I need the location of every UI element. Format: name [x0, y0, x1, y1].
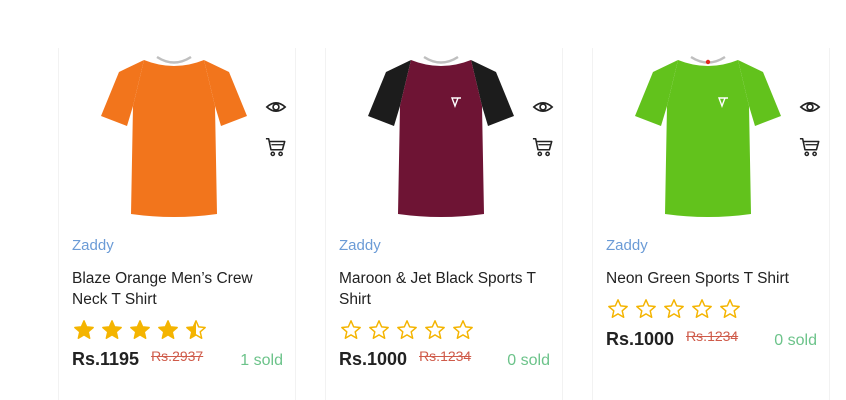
product-card[interactable]: Zaddy Neon Green Sports T Shirt Rs.1000 … [592, 48, 830, 400]
star-icon-empty [636, 299, 656, 318]
product-brand: Zaddy [339, 237, 381, 254]
star-icon-empty [425, 320, 445, 339]
star-icon-empty [720, 299, 740, 318]
product-title[interactable]: Neon Green Sports T Shirt [606, 268, 811, 289]
star-icon-half [186, 320, 206, 339]
product-old-price: Rs.1234 [419, 348, 472, 364]
star-icon-empty [369, 320, 389, 339]
price-row: Rs.1195 Rs.2937 1 sold [72, 348, 283, 370]
product-title[interactable]: Blaze Orange Men’s Crew Neck T Shirt [72, 268, 277, 310]
sold-count: 0 sold [774, 332, 817, 349]
product-price: Rs.1000 [339, 349, 408, 369]
star-icon-full [102, 320, 122, 339]
product-title[interactable]: Maroon & Jet Black Sports T Shirt [339, 268, 544, 310]
cart-icon[interactable] [265, 136, 287, 158]
star-icon-empty [664, 299, 684, 318]
product-image[interactable] [633, 54, 783, 224]
product-image[interactable] [99, 54, 249, 224]
star-icon-empty [608, 299, 628, 318]
eye-icon[interactable] [265, 96, 287, 118]
star-icon-full [158, 320, 178, 339]
star-icon-empty [397, 320, 417, 339]
product-brand: Zaddy [72, 237, 114, 254]
cart-icon[interactable] [799, 136, 821, 158]
product-old-price: Rs.2937 [151, 348, 204, 364]
cart-icon[interactable] [532, 136, 554, 158]
product-price: Rs.1000 [606, 329, 675, 349]
price-row: Rs.1000 Rs.1234 0 sold [606, 328, 817, 350]
star-icon-full [130, 320, 150, 339]
eye-icon[interactable] [799, 96, 821, 118]
product-price: Rs.1195 [72, 349, 140, 369]
product-image[interactable] [366, 54, 516, 224]
sold-count: 0 sold [507, 352, 550, 369]
eye-icon[interactable] [532, 96, 554, 118]
price-row: Rs.1000 Rs.1234 0 sold [339, 348, 550, 370]
product-card[interactable]: Zaddy Blaze Orange Men’s Crew Neck T Shi… [58, 48, 296, 400]
rating-stars [339, 319, 475, 341]
product-old-price: Rs.1234 [686, 328, 739, 344]
rating-stars [606, 298, 742, 320]
star-icon-empty [692, 299, 712, 318]
product-brand: Zaddy [606, 237, 648, 254]
star-icon-full [74, 320, 94, 339]
rating-stars [72, 319, 208, 341]
star-icon-empty [453, 320, 473, 339]
star-icon-empty [341, 320, 361, 339]
product-card[interactable]: Zaddy Maroon & Jet Black Sports T Shirt … [325, 48, 563, 400]
sold-count: 1 sold [240, 352, 283, 369]
